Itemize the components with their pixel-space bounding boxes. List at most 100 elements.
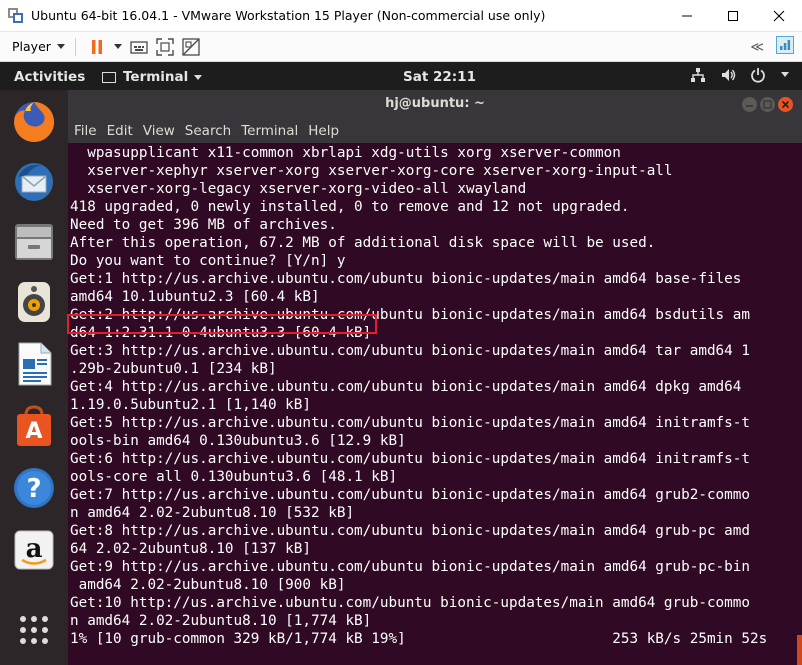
terminal-line: 418 upgraded, 0 newly installed, 0 to re…: [70, 199, 630, 215]
svg-text:A: A: [25, 419, 42, 444]
menu-search[interactable]: Search: [185, 123, 231, 139]
terminal-menu-bar: File Edit View Search Terminal Help: [68, 119, 802, 143]
terminal-line: n amd64 2.02-2ubuntu8.10 [532 kB]: [70, 505, 355, 521]
terminal-line: 1.19.0.5ubuntu2.1 [1,140 kB]: [70, 397, 312, 413]
svg-text:a: a: [26, 534, 43, 564]
terminal-line: After this operation, 67.2 MB of additio…: [70, 235, 656, 251]
pause-dropdown-icon: [113, 43, 122, 49]
files-icon: [15, 224, 53, 260]
app-menu-button[interactable]: Terminal: [102, 69, 203, 85]
terminal-line: Get:8 http://us.archive.ubuntu.com/ubunt…: [70, 523, 750, 539]
menu-edit[interactable]: Edit: [107, 123, 133, 139]
minimize-icon: [682, 15, 692, 17]
terminal-line: ools-core all 0.130ubuntu3.6 [48.1 kB]: [70, 469, 398, 485]
unity-icon: [182, 37, 200, 56]
menu-view[interactable]: View: [143, 123, 175, 139]
close-button[interactable]: [756, 0, 802, 32]
vmware-notification-button[interactable]: [776, 36, 794, 58]
menu-file[interactable]: File: [74, 123, 97, 139]
help-icon: ?: [14, 468, 54, 508]
terminal-output[interactable]: wpasupplicant x11-common xbrlapi xdg-uti…: [68, 143, 802, 665]
chevron-down-icon: [780, 71, 790, 79]
terminal-line: amd64 10.1ubuntu2.3 [60.4 kB]: [70, 289, 320, 305]
ubuntu-dock: A ? a: [0, 90, 68, 665]
terminal-line: Get:9 http://us.archive.ubuntu.com/ubunt…: [70, 559, 750, 575]
collapse-toolbar-icon[interactable]: ≪: [750, 40, 764, 55]
player-menu-label: Player: [12, 39, 51, 54]
terminal-maximize-button[interactable]: [760, 97, 775, 112]
send-ctrl-alt-del-button[interactable]: [128, 36, 150, 58]
terminal-window[interactable]: hj@ubuntu: ~ File Edit View Search Termi…: [68, 90, 802, 665]
terminal-line: Get:7 http://us.archive.ubuntu.com/ubunt…: [70, 487, 750, 503]
vmware-app-icon: [8, 7, 24, 24]
activities-button[interactable]: Activities: [14, 69, 85, 85]
system-tray[interactable]: [676, 67, 790, 83]
terminal-line: .29b-2ubuntu0.1 [234 kB]: [70, 361, 277, 377]
vmware-notification-icon: [776, 36, 794, 54]
firefox-icon: [14, 101, 55, 142]
unity-button[interactable]: [180, 36, 202, 58]
app-menu-label: Terminal: [123, 69, 189, 85]
ubuntu-software-icon: A: [17, 405, 51, 446]
terminal-title: hj@ubuntu: ~: [385, 96, 485, 111]
dock-item-thunderbird[interactable]: [10, 158, 58, 206]
terminal-line: Get:3 http://us.archive.ubuntu.com/ubunt…: [70, 343, 750, 359]
terminal-minimize-button[interactable]: [742, 97, 757, 112]
window-title: Ubuntu 64-bit 16.04.1 - VMware Workstati…: [31, 8, 546, 23]
terminal-line: Get:1 http://us.archive.ubuntu.com/ubunt…: [70, 271, 742, 287]
terminal-line: xserver-xephyr xserver-xorg xserver-xorg…: [70, 163, 673, 179]
thunderbird-icon: [15, 163, 53, 201]
terminal-line: wpasupplicant x11-common xbrlapi xdg-uti…: [70, 145, 621, 161]
dock-item-show-applications[interactable]: [10, 606, 58, 654]
pause-icon: [91, 39, 102, 54]
terminal-line: Get:5 http://us.archive.ubuntu.com/ubunt…: [70, 415, 750, 431]
vmware-title-bar: Ubuntu 64-bit 16.04.1 - VMware Workstati…: [0, 0, 802, 32]
terminal-line: 64 2.02-2ubuntu8.10 [137 kB]: [70, 541, 312, 557]
volume-icon: [720, 67, 736, 83]
maximize-button[interactable]: [710, 0, 756, 32]
maximize-icon: [763, 100, 772, 109]
terminal-line: 1% [10 grub-common 329 kB/1,774 kB 19%] …: [70, 631, 768, 647]
svg-text:?: ?: [26, 474, 41, 504]
minimize-icon: [746, 105, 753, 107]
terminal-line: Get:6 http://us.archive.ubuntu.com/ubunt…: [70, 451, 750, 467]
menu-help[interactable]: Help: [308, 123, 339, 139]
terminal-close-button[interactable]: [778, 97, 793, 112]
clock[interactable]: Sat 22:11: [403, 69, 476, 85]
minimize-button[interactable]: [664, 0, 710, 32]
dock-item-ubuntu-software[interactable]: A: [10, 402, 58, 450]
pause-dropdown-button[interactable]: [112, 36, 124, 58]
rhythmbox-icon: [18, 282, 50, 322]
maximize-icon: [728, 11, 738, 21]
amazon-icon: a: [14, 530, 54, 570]
ubuntu-top-bar: Activities Terminal Sat 22:11: [0, 62, 802, 90]
chevron-down-icon: [56, 44, 65, 49]
vmware-toolbar: Player ≪: [0, 32, 802, 62]
terminal-line: Get:10 http://us.archive.ubuntu.com/ubun…: [70, 595, 750, 611]
fullscreen-icon: [156, 37, 174, 56]
terminal-scrollbar[interactable]: [797, 635, 802, 665]
terminal-app-icon: [102, 71, 116, 83]
send-ctrl-alt-del-icon: [130, 40, 148, 54]
prompt-highlight-box: [67, 314, 377, 334]
menu-terminal[interactable]: Terminal: [241, 123, 298, 139]
fullscreen-button[interactable]: [154, 36, 176, 58]
dock-item-rhythmbox[interactable]: [10, 278, 58, 326]
dock-item-amazon[interactable]: a: [10, 526, 58, 574]
player-menu-button[interactable]: Player: [12, 39, 65, 54]
show-applications-icon: [20, 616, 48, 644]
network-icon: [690, 67, 706, 83]
dock-item-help[interactable]: ?: [10, 464, 58, 512]
terminal-line: xserver-xorg-legacy xserver-xorg-video-a…: [70, 181, 527, 197]
guest-screen[interactable]: Activities Terminal Sat 22:11 A ? a hj@u…: [0, 62, 802, 665]
pause-button[interactable]: [86, 36, 108, 58]
close-icon: [781, 100, 790, 109]
terminal-line: Get:4 http://us.archive.ubuntu.com/ubunt…: [70, 379, 742, 395]
dock-item-files[interactable]: [10, 218, 58, 266]
toolbar-divider: [74, 37, 76, 56]
dock-item-firefox[interactable]: [10, 98, 58, 146]
power-icon: [750, 67, 766, 83]
terminal-header-bar[interactable]: hj@ubuntu: ~: [68, 90, 802, 119]
dock-item-libreoffice-writer[interactable]: [10, 340, 58, 388]
terminal-line: Do you want to continue? [Y/n] y: [70, 253, 346, 269]
